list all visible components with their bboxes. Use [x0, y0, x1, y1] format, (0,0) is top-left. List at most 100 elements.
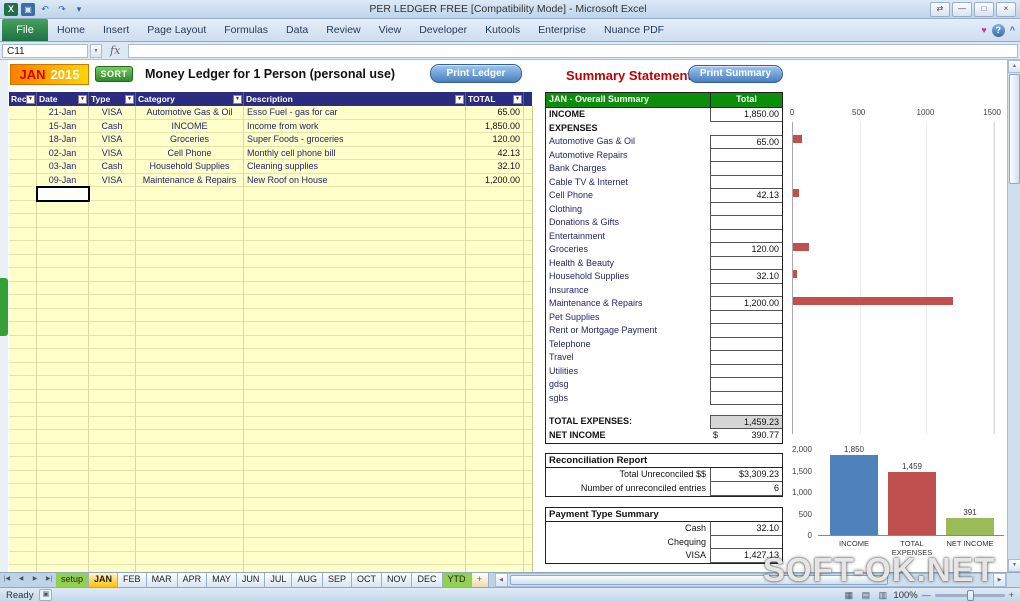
cell[interactable]	[136, 389, 244, 403]
cell[interactable]	[89, 551, 136, 565]
cell[interactable]	[524, 174, 532, 187]
cell[interactable]	[136, 565, 244, 572]
view-page-layout-icon[interactable]: ▤	[859, 590, 872, 601]
cell[interactable]	[466, 268, 524, 282]
cell[interactable]	[244, 349, 466, 363]
cell[interactable]	[136, 457, 244, 471]
cell[interactable]	[136, 430, 244, 444]
cell[interactable]	[244, 416, 466, 430]
file-tab[interactable]: File	[2, 19, 48, 41]
cell[interactable]	[524, 349, 532, 363]
cell[interactable]	[466, 484, 524, 498]
sheet-tab-oct[interactable]: OCT	[351, 573, 382, 587]
cell[interactable]	[524, 120, 532, 133]
qat-dropdown-icon[interactable]: ▾	[72, 3, 86, 16]
cell[interactable]	[244, 430, 466, 444]
sort-button[interactable]: SORT	[95, 66, 133, 82]
cell[interactable]	[244, 484, 466, 498]
cell[interactable]	[524, 268, 532, 282]
cell[interactable]	[244, 457, 466, 471]
cell[interactable]	[466, 457, 524, 471]
resize-arrows-icon[interactable]: ⇄	[930, 1, 950, 17]
cell[interactable]	[9, 146, 37, 160]
cell[interactable]: Maintenance & Repairs	[136, 173, 244, 187]
cell[interactable]	[9, 416, 37, 430]
cell[interactable]	[466, 349, 524, 363]
cell[interactable]	[244, 362, 466, 376]
cell[interactable]	[466, 524, 524, 538]
next-sheet-icon[interactable]: ▶	[28, 573, 42, 587]
cell[interactable]	[244, 268, 466, 282]
cell[interactable]	[244, 497, 466, 511]
cell[interactable]	[524, 552, 532, 565]
cell[interactable]	[89, 349, 136, 363]
cell[interactable]	[9, 524, 37, 538]
cell[interactable]: Income from work	[244, 119, 466, 133]
cell[interactable]	[89, 376, 136, 390]
cell[interactable]	[37, 389, 89, 403]
cell[interactable]	[136, 281, 244, 295]
cell[interactable]: 1,200.00	[466, 173, 524, 187]
cell[interactable]	[244, 200, 466, 214]
cell[interactable]	[466, 214, 524, 228]
cell[interactable]: VISA	[89, 173, 136, 187]
cell[interactable]	[136, 335, 244, 349]
cell[interactable]	[136, 470, 244, 484]
close-button[interactable]: ×	[996, 1, 1016, 17]
cell[interactable]	[136, 268, 244, 282]
cell[interactable]	[524, 160, 532, 174]
cell[interactable]	[524, 498, 532, 511]
filter-dropdown-icon[interactable]: ▼	[125, 94, 134, 104]
cell[interactable]	[244, 565, 466, 572]
cell[interactable]	[9, 295, 37, 309]
cell[interactable]	[524, 214, 532, 228]
cell[interactable]	[244, 254, 466, 268]
maximize-button[interactable]: □	[974, 1, 994, 17]
cell[interactable]	[37, 335, 89, 349]
sheet-tab-jul[interactable]: JUL	[265, 573, 293, 587]
last-sheet-icon[interactable]: ▶|	[42, 573, 56, 587]
cell[interactable]	[136, 484, 244, 498]
cell[interactable]	[466, 322, 524, 336]
sheet-tab-nov[interactable]: NOV	[381, 573, 413, 587]
cell[interactable]	[9, 133, 37, 147]
cell[interactable]: New Roof on House	[244, 173, 466, 187]
scroll-down-icon[interactable]: ▼	[1008, 559, 1020, 572]
cell[interactable]	[524, 484, 532, 498]
cell[interactable]	[136, 227, 244, 241]
cell[interactable]	[9, 443, 37, 457]
filter-dropdown-icon[interactable]: ▼	[26, 94, 35, 104]
cell[interactable]	[244, 187, 466, 201]
cell[interactable]	[89, 538, 136, 552]
cell[interactable]	[89, 335, 136, 349]
cell[interactable]	[89, 389, 136, 403]
cell[interactable]	[466, 281, 524, 295]
cell[interactable]: 65.00	[466, 106, 524, 120]
macro-record-icon[interactable]: ▣	[39, 589, 53, 601]
cell[interactable]	[524, 282, 532, 295]
zoom-slider-thumb[interactable]	[966, 589, 974, 601]
cell[interactable]	[89, 241, 136, 255]
cell[interactable]	[524, 309, 532, 322]
cell[interactable]: Cash	[89, 119, 136, 133]
cell[interactable]	[244, 214, 466, 228]
cell[interactable]	[524, 201, 532, 214]
cell[interactable]	[9, 268, 37, 282]
cell[interactable]	[524, 376, 532, 390]
cell[interactable]: Monthly cell phone bill	[244, 146, 466, 160]
cell[interactable]	[244, 403, 466, 417]
vertical-scrollbar[interactable]: ▲ ▼	[1007, 60, 1020, 572]
cell[interactable]	[9, 335, 37, 349]
cell[interactable]	[524, 147, 532, 160]
cell[interactable]	[466, 227, 524, 241]
cell[interactable]	[466, 335, 524, 349]
cell[interactable]	[37, 416, 89, 430]
cell[interactable]	[466, 443, 524, 457]
filter-dropdown-icon[interactable]: ▼	[78, 94, 87, 104]
cell[interactable]	[466, 430, 524, 444]
cell[interactable]	[136, 349, 244, 363]
cell[interactable]	[136, 416, 244, 430]
insert-function-icon[interactable]: fx	[104, 44, 126, 57]
cell[interactable]	[89, 443, 136, 457]
cell[interactable]	[37, 268, 89, 282]
